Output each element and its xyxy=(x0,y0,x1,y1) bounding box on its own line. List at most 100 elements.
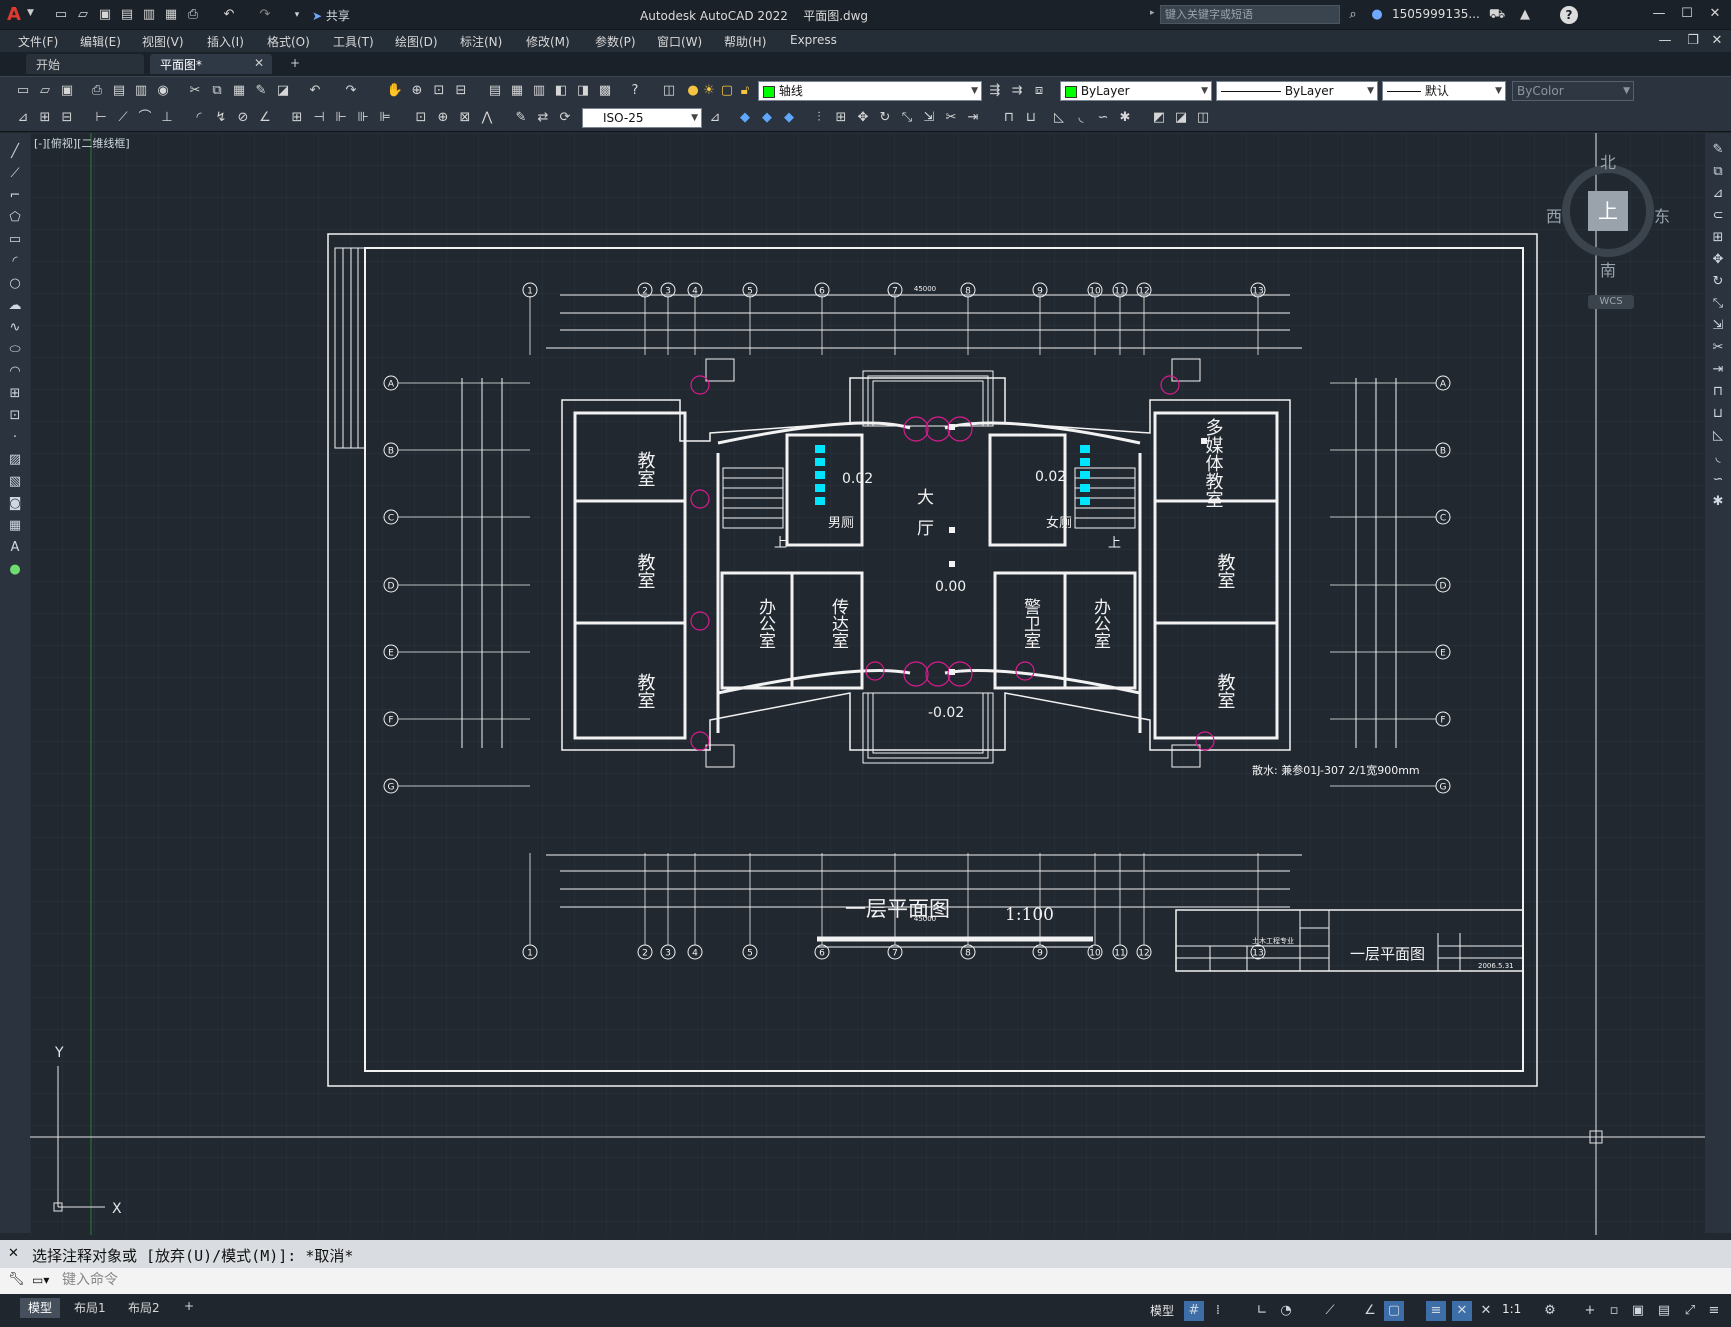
qdim2-icon[interactable]: ⊞ xyxy=(288,109,306,127)
trim-icon[interactable]: ✂ xyxy=(942,109,960,127)
minimize-icon[interactable]: — xyxy=(1650,5,1668,23)
line-icon[interactable]: ╱ xyxy=(6,143,24,161)
annotation-scale[interactable]: 1:1 xyxy=(1502,1302,1521,1316)
mtext-icon[interactable]: A xyxy=(6,539,24,557)
viewport-controls[interactable]: [-][俯视][二维线框] xyxy=(34,135,130,151)
blend-icon[interactable]: ∽ xyxy=(1094,109,1112,127)
tab-close-icon[interactable]: ✕ xyxy=(254,56,264,70)
calculator-icon[interactable]: ▩ xyxy=(596,82,614,100)
array-palette-icon[interactable]: ⊞ xyxy=(1709,229,1727,247)
ortho-icon[interactable]: ∟ xyxy=(1252,1301,1272,1321)
center-mark-icon[interactable]: ⊕ xyxy=(434,109,452,127)
menu-draw[interactable]: 绘图(D) xyxy=(395,33,438,50)
explode-palette-icon[interactable]: ✱ xyxy=(1709,493,1727,511)
dim-aligned-icon[interactable]: ⟋ xyxy=(114,109,132,127)
markup-icon[interactable]: ◨ xyxy=(574,82,592,100)
circle-icon[interactable]: ○ xyxy=(6,275,24,293)
erase-palette-icon[interactable]: ✎ xyxy=(1709,141,1727,159)
app-logo-icon[interactable]: A xyxy=(7,4,25,25)
tolerance-icon[interactable]: ⊡ xyxy=(412,109,430,127)
user-icon[interactable]: ● xyxy=(1368,6,1386,24)
cart-icon[interactable]: ⛟ xyxy=(1488,6,1506,24)
doc-restore-icon[interactable]: ❐ xyxy=(1684,32,1702,50)
match-prop-icon[interactable]: ✎ xyxy=(252,82,270,100)
workspace-gear-icon[interactable]: ⚙ xyxy=(1540,1301,1560,1321)
polyline-icon[interactable]: ⌐ xyxy=(6,187,24,205)
properties-icon[interactable]: ▤ xyxy=(486,82,504,100)
qdim-icon[interactable]: ⊿ xyxy=(14,109,32,127)
new-file-icon[interactable]: ▭ xyxy=(52,6,70,24)
viewcube[interactable]: 上 北 南 西 东 WCS xyxy=(1546,153,1670,309)
scale-icon[interactable]: ⤡ xyxy=(898,109,916,127)
layer-dropdown[interactable]: 轴线 ▼ xyxy=(758,81,982,101)
menu-parameter[interactable]: 参数(P) xyxy=(595,33,636,50)
polar-icon[interactable]: ◔ xyxy=(1276,1301,1296,1321)
recent-commands-icon[interactable]: ▭▾ xyxy=(32,1273,49,1287)
menu-window[interactable]: 窗口(W) xyxy=(657,33,702,50)
mirror-icon[interactable]: ◆ xyxy=(780,109,798,127)
dim-space-icon[interactable]: ⊪ xyxy=(354,109,372,127)
dimedit-icon[interactable]: ✎ xyxy=(512,109,530,127)
viewcube-top-face[interactable]: 上 xyxy=(1588,191,1628,231)
drawing-svg[interactable]: 1 2 3 4 5 6 7 8 9 10 11 12 13 1 2 3 4 5 6 7 8 9 10 11 12 13 ABCD… xyxy=(30,133,1705,1235)
dim-angular-icon[interactable]: ∠ xyxy=(256,109,274,127)
menu-express[interactable]: Express xyxy=(790,33,837,47)
menu-insert[interactable]: 插入(I) xyxy=(207,33,244,50)
pan-icon[interactable]: ✋ xyxy=(386,82,404,100)
region-icon[interactable]: ◙ xyxy=(6,495,24,513)
snap-icon[interactable]: ⁞ xyxy=(1208,1301,1228,1321)
quick-access-dropdown-icon[interactable]: ▾ xyxy=(288,6,306,24)
help-button[interactable]: ? xyxy=(1560,6,1578,24)
menu-modify[interactable]: 修改(M) xyxy=(526,33,570,50)
ellipse-icon[interactable]: ⬭ xyxy=(6,341,24,359)
lineweight-icon[interactable]: ≡ xyxy=(1426,1301,1446,1321)
ellipse-arc-icon[interactable]: ◠ xyxy=(6,363,24,381)
paste-icon[interactable]: ▦ xyxy=(230,82,248,100)
search-input[interactable]: 键入关键字或短语 xyxy=(1160,5,1340,24)
arc-icon[interactable]: ◜ xyxy=(6,253,24,271)
customize-wrench-icon[interactable]: 🔧︎ xyxy=(8,1272,25,1287)
dim-linear-icon[interactable]: ⊢ xyxy=(92,109,110,127)
table-icon[interactable]: ▦ xyxy=(6,517,24,535)
mirror-palette-icon[interactable]: ⊿ xyxy=(1709,185,1727,203)
menu-help[interactable]: 帮助(H) xyxy=(724,33,766,50)
qnew-icon[interactable]: ▭ xyxy=(14,82,32,100)
compass-north[interactable]: 北 xyxy=(1600,149,1616,173)
make-current-icon[interactable]: ⇶ xyxy=(986,82,1004,100)
tab-drawing[interactable]: 平面图* ✕ xyxy=(150,54,272,74)
dim-jogged-icon[interactable]: ↯ xyxy=(212,109,230,127)
dimtedit-icon[interactable]: ⇄ xyxy=(534,109,552,127)
command-close-icon[interactable]: ✕ xyxy=(8,1246,19,1261)
move-palette-icon[interactable]: ✥ xyxy=(1709,251,1727,269)
break-icon[interactable]: ⊓ xyxy=(1000,109,1018,127)
hatch-icon[interactable]: ▨ xyxy=(6,451,24,469)
doc-minimize-icon[interactable]: — xyxy=(1656,32,1674,50)
insert-block-icon[interactable]: ⊞ xyxy=(6,385,24,403)
join-palette-icon[interactable]: ⊔ xyxy=(1709,405,1727,423)
grid-icon[interactable]: # xyxy=(1184,1301,1204,1321)
dim-arc-icon[interactable]: ⌒ xyxy=(136,109,154,127)
cut-icon[interactable]: ✂ xyxy=(186,82,204,100)
make-block-icon[interactable]: ⊡ xyxy=(6,407,24,425)
undo-toolbar-icon[interactable]: ↶ xyxy=(306,82,324,100)
design-center-icon[interactable]: ▦ xyxy=(508,82,526,100)
gradient-icon[interactable]: ▧ xyxy=(6,473,24,491)
save-icon[interactable]: ▣ xyxy=(96,6,114,24)
copy-palette-icon[interactable]: ⧉ xyxy=(1709,163,1727,181)
print-icon[interactable]: ⎙ xyxy=(88,82,106,100)
close-icon[interactable]: ✕ xyxy=(1706,5,1724,23)
redo-toolbar-icon[interactable]: ↷ xyxy=(342,82,360,100)
stretch-icon[interactable]: ⇲ xyxy=(920,109,938,127)
trim-palette-icon[interactable]: ✂ xyxy=(1709,339,1727,357)
zoom-realtime-icon[interactable]: ⊕ xyxy=(408,82,426,100)
rectangle-icon[interactable]: ▭ xyxy=(6,231,24,249)
hardware-acceleration-icon[interactable]: ▤ xyxy=(1654,1301,1674,1321)
blend-palette-icon[interactable]: ∽ xyxy=(1709,471,1727,489)
search-icon[interactable]: ⌕ xyxy=(1344,6,1362,24)
inspect-icon[interactable]: ⊠ xyxy=(456,109,474,127)
fillet-palette-icon[interactable]: ◟ xyxy=(1709,449,1727,467)
tab-layout1[interactable]: 布局1 xyxy=(66,1298,114,1318)
explode-icon[interactable]: ✱ xyxy=(1116,109,1134,127)
clean-screen-icon[interactable]: ⤢ xyxy=(1680,1301,1700,1321)
offset-icon[interactable]: ⫶ xyxy=(810,109,828,127)
